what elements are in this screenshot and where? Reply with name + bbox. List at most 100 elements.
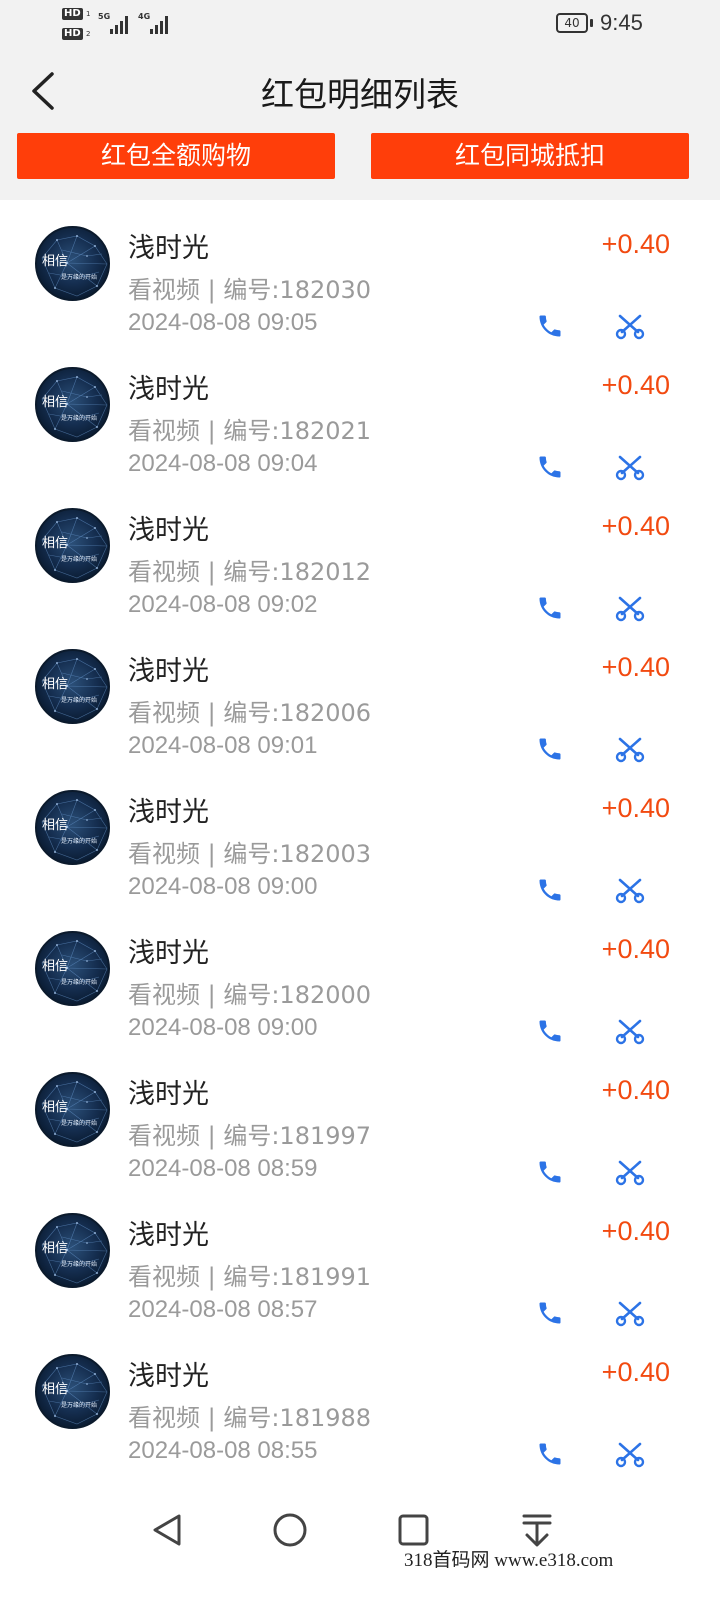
phone-icon[interactable] [536, 735, 564, 763]
item-amount: +0.40 [601, 511, 670, 541]
scissors-icon[interactable] [614, 312, 646, 340]
city-deduct-button[interactable]: 红包同城抵扣 [371, 133, 689, 179]
item-amount: +0.40 [601, 934, 670, 964]
list-item[interactable]: 相信 是万缘的开始 浅时光 看视频 | 编号:182030 2024-08-08… [0, 200, 720, 341]
avatar: 相信 是万缘的开始 [35, 226, 110, 301]
avatar-subtitle: 是万缘的开始 [61, 838, 98, 845]
list-item[interactable]: 相信 是万缘的开始 浅时光 看视频 | 编号:182006 2024-08-08… [0, 623, 720, 764]
phone-icon[interactable] [536, 312, 564, 340]
phone-icon[interactable] [536, 1158, 564, 1186]
item-date: 2024-08-08 09:00 [128, 873, 318, 900]
scissors-icon[interactable] [614, 1017, 646, 1045]
hd-badge-1: HD [62, 8, 83, 20]
nav-back-button[interactable] [143, 1506, 193, 1556]
item-desc: 看视频 | 编号:181991 [128, 1263, 372, 1291]
list-item[interactable]: 相信 是万缘的开始 浅时光 看视频 | 编号:182012 2024-08-08… [0, 482, 720, 623]
scissors-icon[interactable] [614, 735, 646, 763]
avatar-title: 相信 [42, 536, 69, 551]
phone-icon[interactable] [536, 594, 564, 622]
item-date: 2024-08-08 09:01 [128, 732, 318, 759]
status-time: 9:45 [600, 10, 643, 35]
item-desc: 看视频 | 编号:182030 [128, 276, 372, 304]
item-name: 浅时光 [128, 1361, 209, 1392]
battery-level: 40 [564, 16, 580, 30]
item-date: 2024-08-08 08:57 [128, 1296, 318, 1323]
scissors-icon[interactable] [614, 594, 646, 622]
battery-tip [590, 19, 593, 27]
back-triangle-icon [153, 1514, 181, 1546]
network-type-2: 4G [138, 12, 151, 21]
item-date: 2024-08-08 08:55 [128, 1437, 318, 1464]
item-desc: 看视频 | 编号:182000 [128, 981, 372, 1009]
avatar-title: 相信 [42, 395, 69, 410]
avatar: 相信 是万缘的开始 [35, 1213, 110, 1288]
nav-home-button[interactable] [265, 1506, 315, 1556]
item-date: 2024-08-08 08:59 [128, 1155, 318, 1182]
item-amount: +0.40 [601, 793, 670, 823]
scissors-glyph [615, 455, 645, 481]
phone-glyph [539, 1020, 561, 1042]
network-type-1: 5G [98, 12, 111, 21]
signal-bars-icon [110, 14, 132, 34]
phone-icon[interactable] [536, 876, 564, 904]
phone-icon[interactable] [536, 453, 564, 481]
list-item[interactable]: 相信 是万缘的开始 浅时光 看视频 | 编号:181988 2024-08-08… [0, 1328, 720, 1469]
record-list: 相信 是万缘的开始 浅时光 看视频 | 编号:182030 2024-08-08… [0, 200, 720, 1469]
scissors-icon[interactable] [614, 453, 646, 481]
scissors-icon[interactable] [614, 1158, 646, 1186]
scissors-glyph [615, 596, 645, 622]
item-amount: +0.40 [601, 1357, 670, 1387]
hd-badge-2: HD [62, 28, 83, 40]
phone-icon[interactable] [536, 1017, 564, 1045]
item-desc: 看视频 | 编号:182003 [128, 840, 372, 868]
avatar-subtitle: 是万缘的开始 [61, 979, 98, 986]
item-desc: 看视频 | 编号:182006 [128, 699, 372, 727]
scissors-glyph [615, 737, 645, 763]
scissors-glyph [615, 1301, 645, 1327]
scissors-icon[interactable] [614, 1299, 646, 1327]
phone-icon[interactable] [536, 1440, 564, 1468]
avatar: 相信 是万缘的开始 [35, 367, 110, 442]
item-date: 2024-08-08 09:05 [128, 309, 318, 336]
signal-bars-icon [150, 14, 172, 34]
watermark: 318首码网 www.e318.com [404, 1550, 614, 1571]
avatar-subtitle: 是万缘的开始 [61, 697, 98, 704]
item-desc: 看视频 | 编号:181988 [128, 1404, 372, 1432]
phone-glyph [539, 879, 561, 901]
item-amount: +0.40 [601, 1075, 670, 1105]
scissors-glyph [615, 1442, 645, 1468]
avatar-subtitle: 是万缘的开始 [61, 1120, 98, 1127]
item-amount: +0.40 [601, 652, 670, 682]
phone-icon[interactable] [536, 1299, 564, 1327]
signal-cluster: HD 1 HD 2 5G 4G [62, 6, 182, 46]
avatar-title: 相信 [42, 1382, 69, 1397]
item-desc: 看视频 | 编号:182021 [128, 417, 372, 445]
item-name: 浅时光 [128, 1079, 209, 1110]
avatar-title: 相信 [42, 677, 69, 692]
scissors-glyph [615, 1019, 645, 1045]
full-shopping-button[interactable]: 红包全额购物 [17, 133, 335, 179]
item-desc: 看视频 | 编号:182012 [128, 558, 372, 586]
scissors-icon[interactable] [614, 876, 646, 904]
item-name: 浅时光 [128, 656, 209, 687]
avatar: 相信 是万缘的开始 [35, 649, 110, 724]
phone-glyph [539, 1302, 561, 1324]
item-name: 浅时光 [128, 797, 209, 828]
list-item[interactable]: 相信 是万缘的开始 浅时光 看视频 | 编号:181997 2024-08-08… [0, 1046, 720, 1187]
item-name: 浅时光 [128, 233, 209, 264]
scissors-glyph [615, 1160, 645, 1186]
avatar: 相信 是万缘的开始 [35, 790, 110, 865]
phone-glyph [539, 1161, 561, 1183]
avatar-title: 相信 [42, 818, 69, 833]
list-item[interactable]: 相信 是万缘的开始 浅时光 看视频 | 编号:182003 2024-08-08… [0, 764, 720, 905]
list-item[interactable]: 相信 是万缘的开始 浅时光 看视频 | 编号:182021 2024-08-08… [0, 341, 720, 482]
phone-glyph [539, 738, 561, 760]
scissors-icon[interactable] [614, 1440, 646, 1468]
list-item[interactable]: 相信 是万缘的开始 浅时光 看视频 | 编号:181991 2024-08-08… [0, 1187, 720, 1328]
battery-icon: 40 [556, 13, 588, 33]
item-amount: +0.40 [601, 1216, 670, 1246]
item-name: 浅时光 [128, 374, 209, 405]
item-amount: +0.40 [601, 229, 670, 259]
list-item[interactable]: 相信 是万缘的开始 浅时光 看视频 | 编号:182000 2024-08-08… [0, 905, 720, 1046]
avatar-subtitle: 是万缘的开始 [61, 415, 98, 422]
